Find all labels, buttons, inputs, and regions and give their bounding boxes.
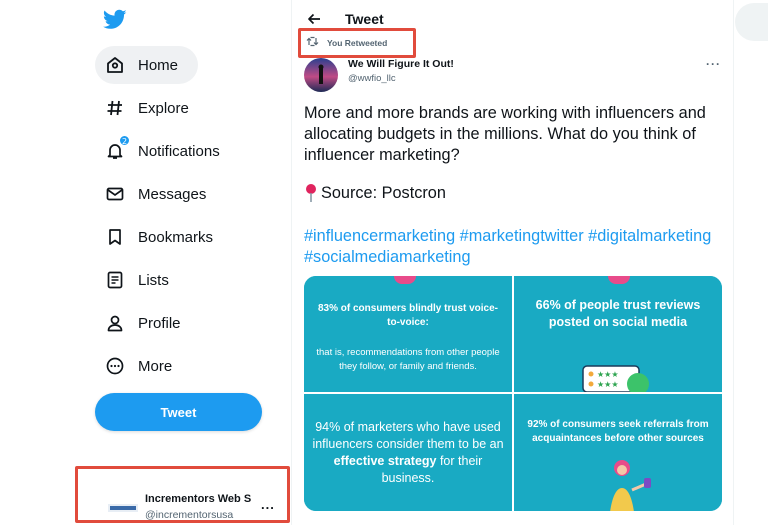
main-column: Tweet You Retweeted We Will Figure It Ou… (291, 0, 734, 525)
person-icon (105, 313, 125, 333)
tweet-button[interactable]: Tweet (95, 393, 262, 431)
avatar (108, 501, 138, 515)
woman-illustration (584, 452, 664, 511)
tweet-text: More and more brands are working with in… (304, 104, 706, 164)
sidebar-item-explore[interactable]: Explore (95, 89, 209, 127)
retweet-label: You Retweeted (327, 38, 388, 48)
envelope-icon (105, 184, 125, 204)
infographic-heading: 66% of people trust reviews posted on so… (535, 298, 701, 329)
sidebar-item-more[interactable]: More (95, 347, 192, 385)
decoration (608, 276, 630, 284)
infographic-cell: 83% of consumers blindly trust voice-to-… (304, 276, 512, 392)
more-circle-icon (105, 356, 125, 376)
arrow-left-icon[interactable] (306, 11, 322, 27)
sidebar-item-label: Notifications (138, 142, 220, 160)
author-name[interactable]: We Will Figure It Out! (348, 58, 454, 70)
author-handle: @wwfio_llc (348, 73, 396, 84)
avatar[interactable] (304, 58, 338, 92)
account-name: Incrementors Web S (145, 493, 252, 505)
infographic-heading: 92% of consumers seek referrals from acq… (527, 419, 709, 444)
infographic-cell: 94% of marketers who have used influence… (304, 394, 512, 511)
hashtag-icon (105, 98, 125, 118)
sidebar-item-lists[interactable]: Lists (95, 261, 189, 299)
right-sidebar (735, 0, 768, 525)
hashtag-list: #influencermarketing #marketingtwitter #… (304, 226, 724, 268)
sidebar-item-label: Explore (138, 99, 189, 117)
retweet-indicator: You Retweeted (298, 28, 416, 58)
hashtag-link[interactable]: #socialmediamarketing (304, 248, 471, 266)
sidebar-item-messages[interactable]: Messages (95, 175, 226, 213)
account-switcher[interactable]: Incrementors Web S @incrementorsusa ... (75, 466, 290, 523)
svg-text:★★★: ★★★ (597, 370, 619, 379)
tweet-source-text: Source: Postcron (321, 183, 446, 202)
infographic-text: that is, recommendations from other peop… (316, 347, 500, 372)
hashtag-link[interactable]: #digitalmarketing (588, 227, 711, 245)
sidebar-item-label: Lists (138, 271, 169, 289)
sidebar-item-home[interactable]: Home (95, 46, 199, 84)
sidebar-item-notifications[interactable]: 2 Notifications (95, 132, 240, 170)
infographic-cell: 66% of people trust reviews posted on so… (514, 276, 722, 395)
sidebar-item-profile[interactable]: Profile (95, 304, 201, 342)
sidebar: Home Explore 2 Notifications Messages Bo… (0, 0, 292, 525)
hashtag-link[interactable]: #influencermarketing (304, 227, 455, 245)
infographic-heading: 94% of marketers who have used influence… (312, 420, 504, 485)
page-title: Tweet (345, 11, 384, 27)
bookmark-icon (105, 227, 125, 247)
twitter-bird-icon[interactable] (102, 9, 127, 33)
list-icon (105, 270, 125, 290)
sidebar-item-label: Messages (138, 185, 207, 203)
search-input[interactable] (735, 3, 768, 41)
more-dots-icon[interactable]: ... (261, 497, 275, 512)
svg-text:★★★: ★★★ (597, 380, 619, 389)
bell-icon: 2 (105, 135, 130, 161)
sidebar-item-label: Home (138, 56, 179, 74)
pin-icon (304, 183, 318, 203)
decoration (394, 276, 416, 284)
sidebar-item-label: More (138, 357, 173, 375)
account-handle: @incrementorsusa (145, 509, 234, 521)
sidebar-item-bookmarks[interactable]: Bookmarks (95, 218, 233, 256)
infographic-heading: 83% of consumers blindly trust voice-to-… (317, 303, 499, 328)
sidebar-item-label: Bookmarks (138, 228, 214, 246)
notification-badge: 2 (119, 135, 130, 146)
hashtag-link[interactable]: #marketingtwitter (460, 227, 584, 245)
home-icon (105, 55, 125, 75)
infographic-cell: 92% of consumers seek referrals from acq… (514, 394, 722, 511)
divider (304, 392, 722, 394)
tweet-image[interactable]: 83% of consumers blindly trust voice-to-… (304, 276, 722, 511)
tweet-source-line: Source: Postcron (304, 183, 446, 203)
more-dots-icon[interactable]: ··· (706, 57, 721, 71)
sidebar-item-label: Profile (138, 314, 181, 332)
retweet-icon (306, 34, 319, 52)
